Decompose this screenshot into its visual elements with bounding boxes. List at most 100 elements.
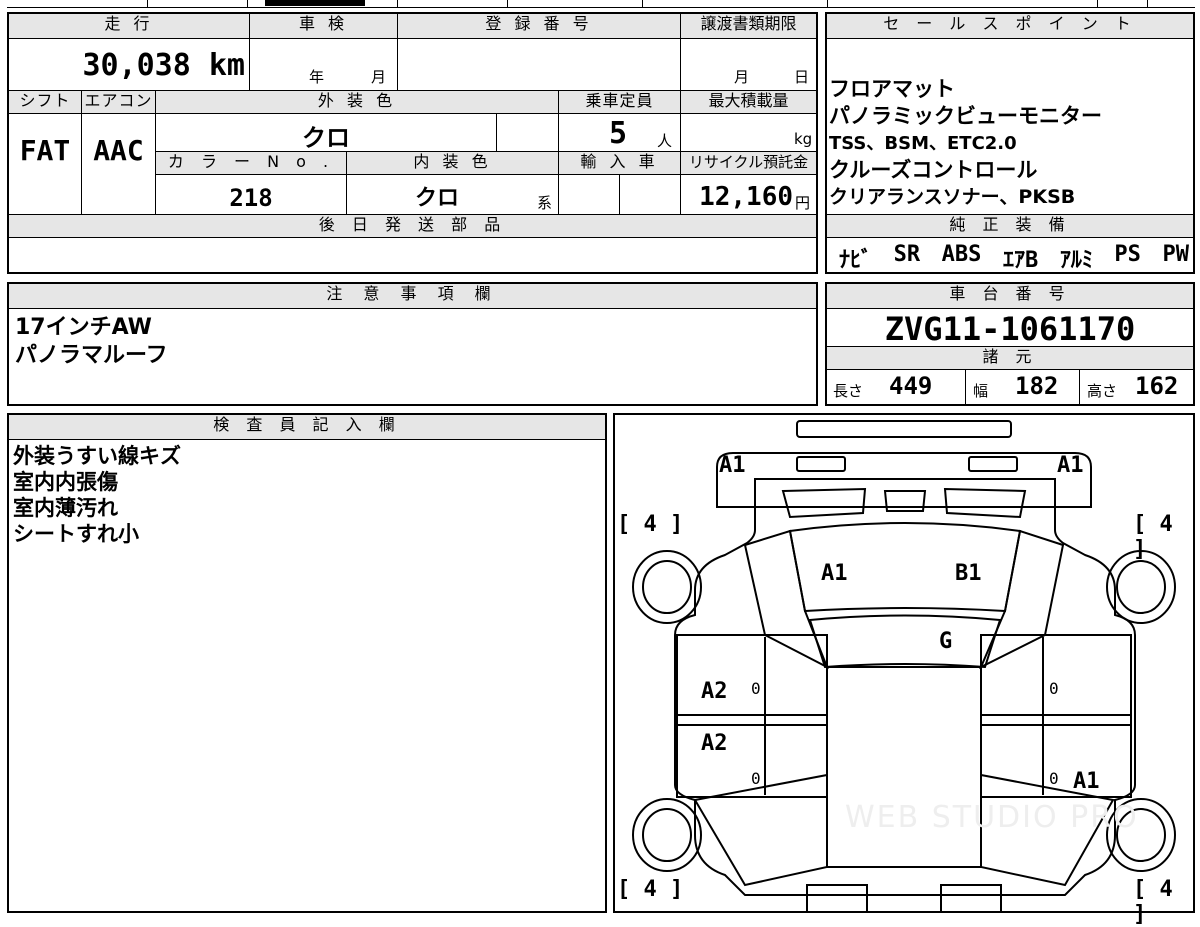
front-light-left: [796, 456, 846, 472]
interior-color-suffix: 系: [537, 194, 553, 212]
sales-point-item: TSS、BSM、ETC2.0: [829, 133, 1017, 154]
length-value: 449: [889, 372, 933, 400]
chassis-header: 車 台 番 号: [827, 284, 1193, 308]
inspector-lines: 外装うすい線キズ 室内内張傷 室内薄汚れ シートすれ小: [13, 443, 181, 547]
chassis-box: 車 台 番 号 ZVG11-1061170 諸 元 長さ 449 幅 182 高…: [825, 282, 1195, 406]
inspector-line: 室内薄汚れ: [13, 496, 118, 520]
notes-header: 注 意 事 項 欄: [9, 284, 816, 308]
left-rear-quarter: [693, 773, 828, 887]
notes-box: 注 意 事 項 欄 17インチAW パノラマルーフ: [7, 282, 818, 406]
equipment-sunroof: SR: [893, 242, 921, 267]
equipment-airbag: ｴｱB: [1003, 248, 1039, 273]
label-right-rear-door: A1: [1073, 769, 1100, 794]
roof: [826, 666, 982, 868]
sales-points-box: セ ー ル ス ポ イ ン ト フロアマット パノラミックビューモニター TSS…: [825, 12, 1195, 274]
door-mark-left-front: 0: [751, 679, 761, 698]
door-mark-right-front: 0: [1049, 679, 1059, 698]
ac-header: エアコン: [82, 91, 155, 113]
chassis-number: ZVG11-1061170: [884, 310, 1136, 348]
sales-point-item: クルーズコントロール: [829, 158, 1038, 182]
mileage-header: 走 行: [9, 14, 249, 38]
top-cutoff-strip: [7, 0, 1195, 8]
transfer-month: 月: [734, 68, 750, 86]
recycle-deposit-value: 12,160: [699, 182, 793, 212]
equipment-abs: ABS: [941, 242, 982, 267]
capacity-header: 乗車定員: [559, 91, 680, 113]
sales-point-item: クリアランスソナー、PKSB: [829, 186, 1076, 208]
interior-color-value: クロ: [414, 186, 459, 211]
exterior-color-header: 外 装 色: [156, 91, 558, 113]
sales-points-list: フロアマット パノラミックビューモニター TSS、BSM、ETC2.0 クルーズ…: [829, 76, 1102, 211]
sales-points-header: セ ー ル ス ポ イ ン ト: [827, 14, 1193, 38]
sales-point-item: フロアマット: [829, 77, 955, 101]
height-value: 162: [1135, 372, 1179, 400]
equipment-alloy: ｱﾙﾐ: [1059, 248, 1093, 273]
tire-tread-front-left: [ 4 ]: [617, 512, 684, 537]
import-car-header: 輸 入 車: [559, 152, 680, 174]
recycle-deposit-header: リサイクル預託金: [681, 152, 816, 174]
tire-tread-rear-right: [ 4 ]: [1133, 877, 1173, 927]
car-diagram-box: WEB STUDIO PRO A1 A1 [ 4 ] [ 4 ] [ 4 ] […: [613, 413, 1195, 927]
length-label: 長さ: [833, 382, 864, 400]
equipment-list: ﾅﾋﾞ SR ABS ｴｱB ｱﾙﾐ PS PW: [839, 242, 1189, 274]
shaken-header: 車 検: [250, 14, 397, 38]
exterior-color-value: クロ: [302, 124, 350, 152]
door-mark-right-rear: 0: [1049, 769, 1059, 788]
note-line: 17インチAW: [15, 315, 152, 340]
sales-point-item: パノラミックビューモニター: [829, 104, 1102, 128]
left-front-fender: [743, 529, 829, 670]
tire-tread-rear-left: [ 4 ]: [617, 877, 684, 902]
registration-header: 登 録 番 号: [398, 14, 680, 38]
equipment-ps: PS: [1114, 242, 1141, 267]
main-info-table: 走 行 車 検 登 録 番 号 譲渡書類期限 30,038 km 年 月 月 日…: [7, 12, 818, 274]
recycle-deposit-unit: 円: [795, 194, 811, 212]
watermark: WEB STUDIO PRO: [845, 800, 1139, 835]
rear-bumper-right: [940, 884, 1002, 911]
front-light-right: [968, 456, 1018, 472]
ac-value: AAC: [93, 134, 144, 167]
label-front-left: A1: [719, 453, 746, 478]
windshield: [808, 614, 1002, 669]
color-no-value: 218: [229, 184, 273, 212]
inspector-line: 外装うすい線キズ: [13, 444, 181, 468]
width-label: 幅: [973, 382, 989, 400]
door-mark-left-rear: 0: [751, 769, 761, 788]
equipment-pw: PW: [1162, 242, 1190, 267]
inspector-line: シートすれ小: [13, 522, 139, 546]
label-hood-right: B1: [955, 561, 982, 586]
label-front-right: A1: [1057, 453, 1084, 478]
capacity-value: 5: [609, 116, 628, 151]
label-left-front-door: A2: [701, 679, 728, 704]
grille-left: [781, 487, 867, 519]
mileage-value: 30,038 km: [82, 48, 245, 83]
max-load-unit: kg: [794, 130, 813, 148]
front-bumper-bar: [796, 420, 1012, 438]
inspector-line: 室内内張傷: [13, 470, 118, 494]
notes-lines: 17インチAW パノラマルーフ: [15, 314, 168, 370]
color-no-header: カ ラ ー N o .: [156, 152, 346, 174]
equipment-navi: ﾅﾋﾞ: [839, 248, 873, 273]
shaken-year: 年: [309, 68, 325, 86]
inspector-header: 検 査 員 記 入 欄: [9, 415, 605, 439]
spec-header: 諸 元: [827, 347, 1193, 369]
rear-bumper-left: [806, 884, 868, 911]
shift-value: FAT: [19, 134, 71, 167]
shift-header: シフト: [9, 91, 81, 113]
transfer-deadline-header: 譲渡書類期限: [681, 14, 816, 38]
max-load-header: 最大積載量: [681, 91, 816, 113]
tire-tread-front-right: [ 4 ]: [1133, 512, 1173, 562]
capacity-unit: 人: [657, 132, 673, 150]
label-windshield: G: [939, 629, 953, 654]
label-left-rear-door: A2: [701, 731, 728, 756]
height-label: 高さ: [1087, 382, 1118, 400]
later-parts-header: 後 日 発 送 部 品: [9, 215, 816, 237]
car-diagram: [632, 420, 1176, 911]
right-front-fender: [979, 529, 1065, 670]
note-line: パノラマルーフ: [15, 343, 168, 368]
inspector-box: 検 査 員 記 入 欄 外装うすい線キズ 室内内張傷 室内薄汚れ シートすれ小: [7, 413, 607, 913]
label-hood-left: A1: [821, 561, 848, 586]
width-value: 182: [1015, 372, 1059, 400]
transfer-day: 日: [794, 68, 810, 86]
grille-right: [943, 487, 1027, 519]
interior-color-header: 内 装 色: [347, 152, 558, 174]
